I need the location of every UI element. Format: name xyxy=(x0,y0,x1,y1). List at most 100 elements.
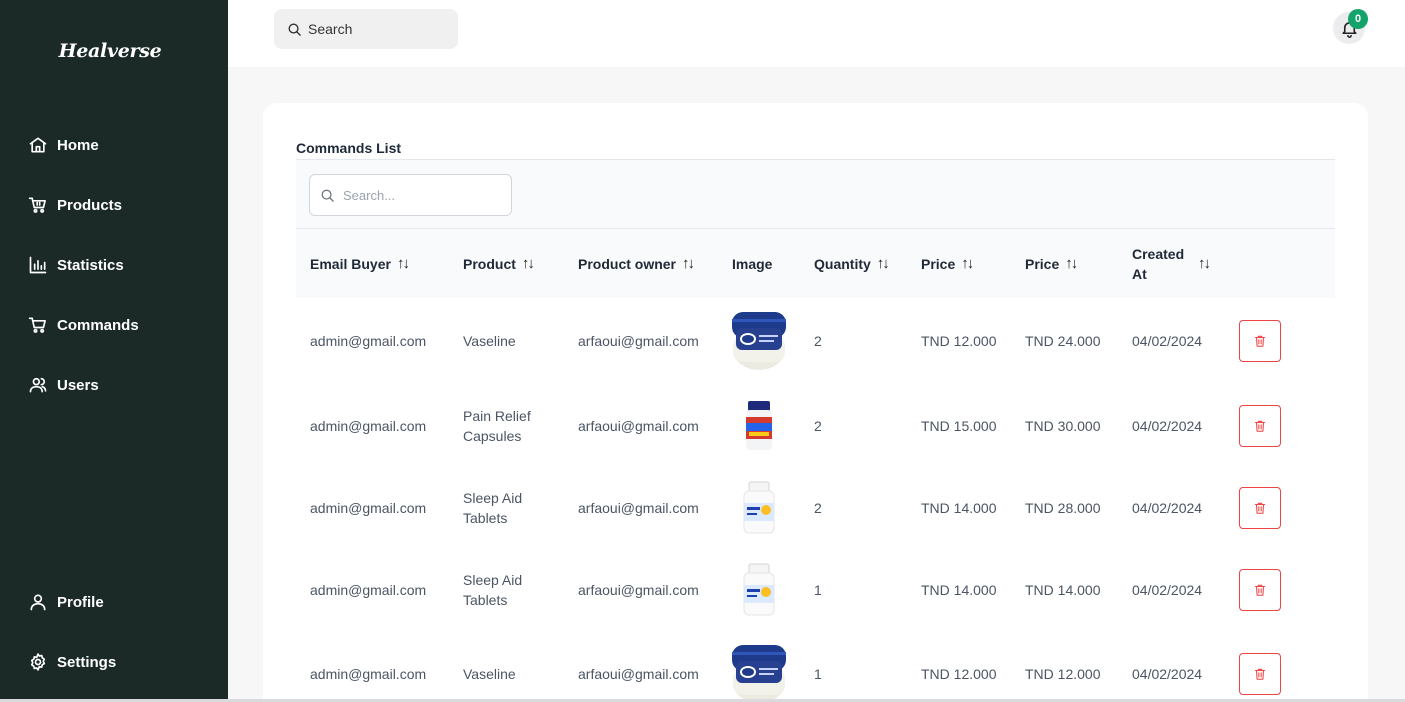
trash-icon xyxy=(1254,420,1266,432)
cell-product: Vaseline xyxy=(463,333,516,349)
product-image-capsules xyxy=(730,385,788,467)
cell-quantity: 2 xyxy=(814,500,822,516)
cell-quantity: 1 xyxy=(814,582,822,598)
global-search[interactable] xyxy=(274,9,458,49)
column-product[interactable]: Product ↑↓ xyxy=(463,229,535,298)
cell-price: TND 12.000 xyxy=(921,666,997,682)
delete-button[interactable] xyxy=(1239,405,1281,447)
sidebar-item-label: Products xyxy=(57,196,123,214)
table-row: admin@gmail.com Sleep Aid Tablets arfaou… xyxy=(296,467,1335,549)
cell-owner: arfaoui@gmail.com xyxy=(578,333,699,349)
column-email-buyer[interactable]: Email Buyer ↑↓ xyxy=(310,229,410,298)
product-image-sleep-aid xyxy=(730,549,788,631)
cell-price: TND 14.000 xyxy=(921,582,997,598)
column-label: Created At xyxy=(1132,245,1185,282)
sidebar: Healverse Home Products Statistics Comma… xyxy=(0,0,228,699)
sidebar-item-home[interactable]: Home xyxy=(28,135,99,155)
sort-icon: ↑↓ xyxy=(876,255,890,272)
cell-product: Sleep Aid Tablets xyxy=(463,572,523,608)
trash-icon xyxy=(1254,668,1266,680)
notification-badge: 0 xyxy=(1348,9,1368,29)
cart-icon xyxy=(28,317,46,333)
cell-created-at: 04/02/2024 xyxy=(1132,666,1203,682)
cart-icon xyxy=(28,197,46,213)
cell-total-price: TND 14.000 xyxy=(1025,582,1101,598)
commands-card: Commands List Email Buyer ↑↓ Product ↑↓ Pr… xyxy=(263,103,1368,702)
column-label: Email Buyer xyxy=(310,255,391,272)
column-label: Price xyxy=(921,255,956,272)
cell-quantity: 2 xyxy=(814,333,822,349)
product-image-sleep-aid xyxy=(730,467,788,549)
home-icon xyxy=(29,137,47,153)
sidebar-item-label: Commands xyxy=(57,316,139,334)
cell-total-price: TND 24.000 xyxy=(1025,333,1101,349)
sort-icon: ↑↓ xyxy=(1198,255,1211,272)
cell-price: TND 15.000 xyxy=(921,418,997,434)
cell-email: admin@gmail.com xyxy=(310,500,427,516)
delete-button[interactable] xyxy=(1239,569,1281,611)
page-title: Commands List xyxy=(296,140,402,156)
cell-owner: arfaoui@gmail.com xyxy=(578,666,699,682)
cell-product: Vaseline xyxy=(463,666,516,682)
cell-price: TND 12.000 xyxy=(921,333,997,349)
sidebar-item-label: Statistics xyxy=(57,256,124,274)
sidebar-item-label: Profile xyxy=(57,593,104,611)
trash-icon xyxy=(1254,335,1266,347)
table-row: admin@gmail.com Sleep Aid Tablets arfaou… xyxy=(296,549,1335,631)
sidebar-item-profile[interactable]: Profile xyxy=(28,592,104,612)
sort-icon: ↑↓ xyxy=(1065,255,1078,272)
sidebar-item-statistics[interactable]: Statistics xyxy=(28,255,124,275)
cell-total-price: TND 28.000 xyxy=(1025,500,1101,516)
sidebar-item-label: Home xyxy=(57,136,99,154)
column-label: Price xyxy=(1025,255,1060,272)
sort-icon: ↑↓ xyxy=(682,255,695,272)
delete-button[interactable] xyxy=(1239,320,1281,362)
cell-owner: arfaoui@gmail.com xyxy=(578,582,699,598)
cell-product: Sleep Aid Tablets xyxy=(463,490,523,526)
delete-button[interactable] xyxy=(1239,487,1281,529)
column-label: Image xyxy=(732,255,773,272)
column-total-price[interactable]: Price ↑↓ xyxy=(1025,229,1078,298)
sidebar-item-settings[interactable]: Settings xyxy=(28,652,116,672)
column-label: Product xyxy=(463,255,516,272)
cell-email: admin@gmail.com xyxy=(310,582,427,598)
cell-email: admin@gmail.com xyxy=(310,666,427,682)
sort-icon: ↑↓ xyxy=(961,255,974,272)
cell-quantity: 1 xyxy=(814,666,822,682)
cell-owner: arfaoui@gmail.com xyxy=(578,418,699,434)
table-header: Email Buyer ↑↓ Product ↑↓ Product owner ↑↓ … xyxy=(296,229,1335,298)
cell-email: admin@gmail.com xyxy=(310,333,427,349)
global-search-input[interactable] xyxy=(308,21,448,37)
trash-icon xyxy=(1254,584,1266,596)
product-image-vaseline xyxy=(730,633,788,702)
cell-total-price: TND 30.000 xyxy=(1025,418,1101,434)
cell-owner: arfaoui@gmail.com xyxy=(578,500,699,516)
search-icon xyxy=(288,23,301,36)
column-label: Quantity xyxy=(814,255,871,272)
cell-product: Pain Relief Capsules xyxy=(463,408,531,444)
column-image: Image xyxy=(732,229,772,298)
table-search[interactable] xyxy=(309,174,512,216)
table-search-input[interactable] xyxy=(343,187,503,203)
sidebar-item-commands[interactable]: Commands xyxy=(28,315,139,335)
sidebar-item-label: Settings xyxy=(57,653,117,671)
column-label: Product owner xyxy=(578,255,677,272)
cell-total-price: TND 12.000 xyxy=(1025,666,1101,682)
cell-price: TND 14.000 xyxy=(921,500,997,516)
delete-button[interactable] xyxy=(1239,653,1281,695)
sidebar-item-label: Users xyxy=(57,376,99,394)
users-icon xyxy=(29,377,47,393)
gear-icon xyxy=(30,653,46,671)
cell-email: admin@gmail.com xyxy=(310,418,427,434)
sidebar-item-products[interactable]: Products xyxy=(28,195,122,215)
column-quantity[interactable]: Quantity ↑↓ xyxy=(814,229,890,298)
cell-created-at: 04/02/2024 xyxy=(1132,418,1203,434)
search-icon xyxy=(321,189,334,202)
column-created-at[interactable]: Created At ↑↓ xyxy=(1132,229,1211,298)
table-toolbar xyxy=(296,159,1335,229)
column-product-owner[interactable]: Product owner ↑↓ xyxy=(578,229,695,298)
sidebar-item-users[interactable]: Users xyxy=(28,375,99,395)
trash-icon xyxy=(1254,502,1266,514)
table-row: admin@gmail.com Vaseline arfaoui@gmail.c… xyxy=(296,633,1335,702)
column-price[interactable]: Price ↑↓ xyxy=(921,229,974,298)
